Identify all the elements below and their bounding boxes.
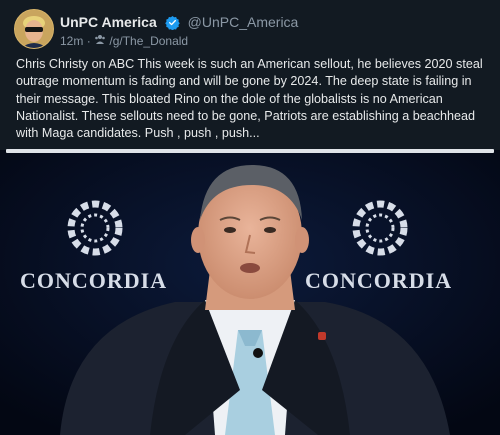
name-row: UnPC America @UnPC_America bbox=[60, 14, 298, 32]
account-handle[interactable]: @UnPC_America bbox=[188, 14, 299, 30]
display-name[interactable]: UnPC America bbox=[60, 14, 157, 30]
verified-badge-icon bbox=[165, 15, 180, 35]
timestamp[interactable]: 12m bbox=[60, 34, 83, 48]
post-card[interactable]: UnPC America @UnPC_America 12m · /g/The_… bbox=[0, 0, 500, 435]
divider bbox=[6, 149, 494, 153]
meta-separator: · bbox=[86, 33, 91, 48]
post-text: Chris Christy on ABC This week is such a… bbox=[16, 57, 483, 141]
concordia-logo-text-right: CONCORDIA bbox=[305, 268, 453, 293]
avatar[interactable] bbox=[14, 9, 54, 49]
post-meta: 12m · /g/The_Donald bbox=[60, 33, 188, 48]
community-link[interactable]: /g/The_Donald bbox=[109, 34, 188, 48]
community-icon bbox=[94, 34, 109, 48]
concordia-logo-text-left: CONCORDIA bbox=[20, 268, 168, 293]
post-image[interactable]: CONCORDIA CONCORDIA bbox=[0, 150, 500, 435]
avatar-portrait-icon bbox=[15, 10, 53, 48]
post-header: UnPC America @UnPC_America 12m · /g/The_… bbox=[14, 9, 484, 49]
